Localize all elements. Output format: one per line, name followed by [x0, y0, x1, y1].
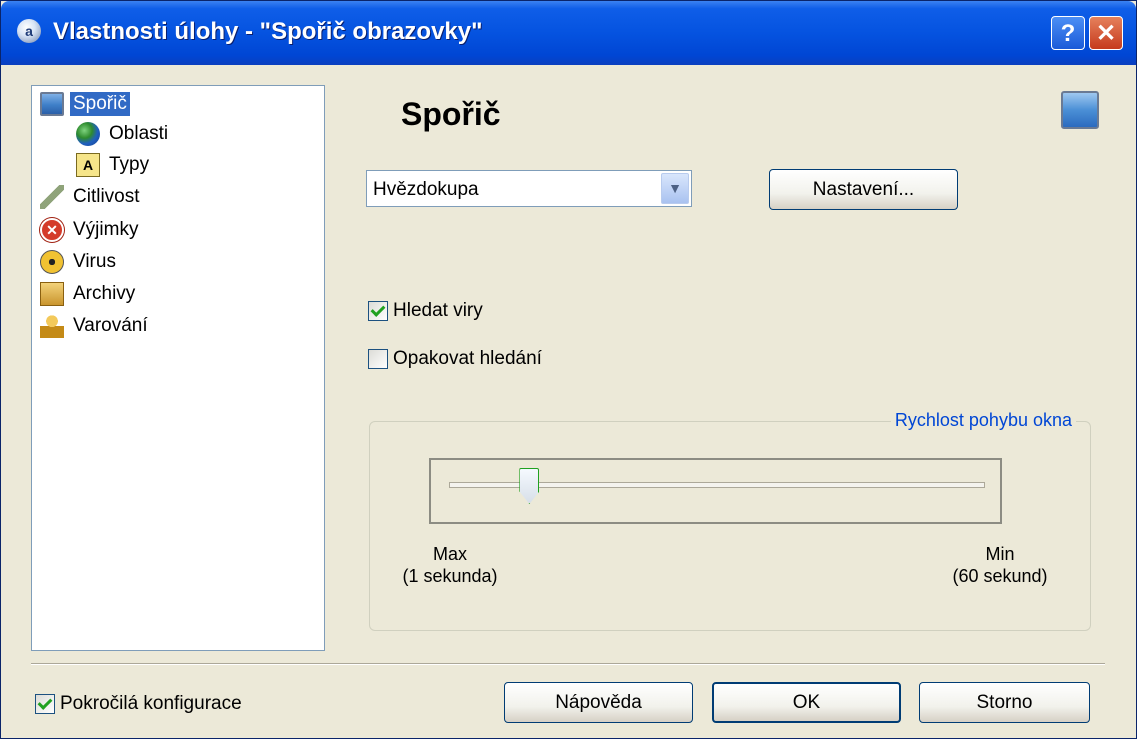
feather-icon [40, 185, 64, 209]
repeat-search-label: Opakovat hledání [393, 348, 542, 369]
panel-heading: Spořič [401, 96, 501, 132]
properties-dialog: a Vlastnosti úlohy - "Spořič obrazovky" … [0, 0, 1137, 739]
tree-item-label: Spořič [70, 92, 130, 116]
error-x-icon: ✕ [40, 218, 64, 242]
slider-max-sub: (1 sekunda) [402, 566, 498, 586]
category-tree[interactable]: Spořič Oblasti A Typy Citlivost ✕ Výjimk… [31, 85, 325, 651]
slider-min-label: Min [985, 544, 1015, 564]
tree-item-virus[interactable]: Virus [40, 247, 119, 277]
speed-slider[interactable] [429, 458, 1002, 524]
tree-item-label: Archivy [73, 283, 136, 304]
repeat-search-checkbox[interactable]: Opakovat hledání [368, 348, 542, 370]
tree-item-archivy[interactable]: Archivy [40, 279, 138, 309]
title-bar[interactable]: a Vlastnosti úlohy - "Spořič obrazovky" … [1, 1, 1136, 65]
font-icon: A [76, 153, 100, 177]
footer-divider [31, 663, 1105, 665]
tree-item-vyjimky[interactable]: ✕ Výjimky [40, 215, 141, 245]
help-title-button[interactable]: ? [1051, 16, 1085, 50]
tree-item-oblasti[interactable]: Oblasti [76, 119, 171, 149]
search-viruses-checkbox[interactable]: Hledat viry [368, 300, 483, 322]
tree-item-label: Citlivost [73, 186, 140, 207]
archive-icon [40, 282, 64, 306]
cancel-button[interactable]: Storno [919, 682, 1090, 723]
screensaver-icon [1061, 91, 1099, 129]
window-title: Vlastnosti úlohy - "Spořič obrazovky" [53, 18, 483, 45]
tree-item-label: Oblasti [109, 123, 169, 144]
search-viruses-label: Hledat viry [393, 300, 483, 321]
app-icon: a [17, 19, 41, 43]
chevron-down-icon[interactable]: ▼ [661, 173, 689, 204]
tree-item-label: Virus [73, 251, 116, 272]
close-icon: ✕ [1095, 20, 1117, 47]
tree-item-typy[interactable]: A Typy [76, 150, 152, 180]
tree-item-sporic[interactable]: Spořič [40, 89, 130, 119]
slider-max-caption: Max (1 sekunda) [390, 543, 510, 587]
tree-item-citlivost[interactable]: Citlivost [40, 182, 143, 212]
user-warning-icon [40, 314, 64, 338]
screensaver-select-value: Hvězdokupa [373, 179, 479, 200]
ok-button[interactable]: OK [712, 682, 901, 723]
tree-item-label: Výjimky [73, 219, 139, 240]
tree-item-label: Varování [73, 315, 148, 336]
help-icon: ? [1060, 20, 1076, 47]
tree-item-label: Typy [109, 154, 150, 175]
slider-max-label: Max [432, 544, 467, 564]
globe-icon [76, 122, 100, 146]
slider-thumb[interactable] [519, 468, 540, 504]
help-button[interactable]: Nápověda [504, 682, 693, 723]
slider-min-sub: (60 sekund) [952, 566, 1048, 586]
monitor-icon [40, 92, 64, 116]
advanced-config-label: Pokročilá konfigurace [60, 693, 242, 714]
checkbox-checked-icon [368, 301, 388, 321]
settings-button[interactable]: Nastavení... [769, 169, 958, 210]
screensaver-select[interactable]: Hvězdokupa ▼ [366, 170, 692, 207]
window-speed-legend: Rychlost pohybu okna [890, 410, 1076, 431]
checkbox-unchecked-icon [368, 349, 388, 369]
slider-min-caption: Min (60 sekund) [935, 543, 1065, 587]
advanced-config-checkbox[interactable]: Pokročilá konfigurace [35, 693, 242, 715]
radiation-icon [40, 250, 64, 274]
checkbox-checked-icon [35, 694, 55, 714]
window-speed-group: Rychlost pohybu okna Max (1 sekunda) Min… [369, 410, 1091, 631]
close-button[interactable]: ✕ [1089, 16, 1123, 50]
tree-item-varovani[interactable]: Varování [40, 311, 151, 341]
